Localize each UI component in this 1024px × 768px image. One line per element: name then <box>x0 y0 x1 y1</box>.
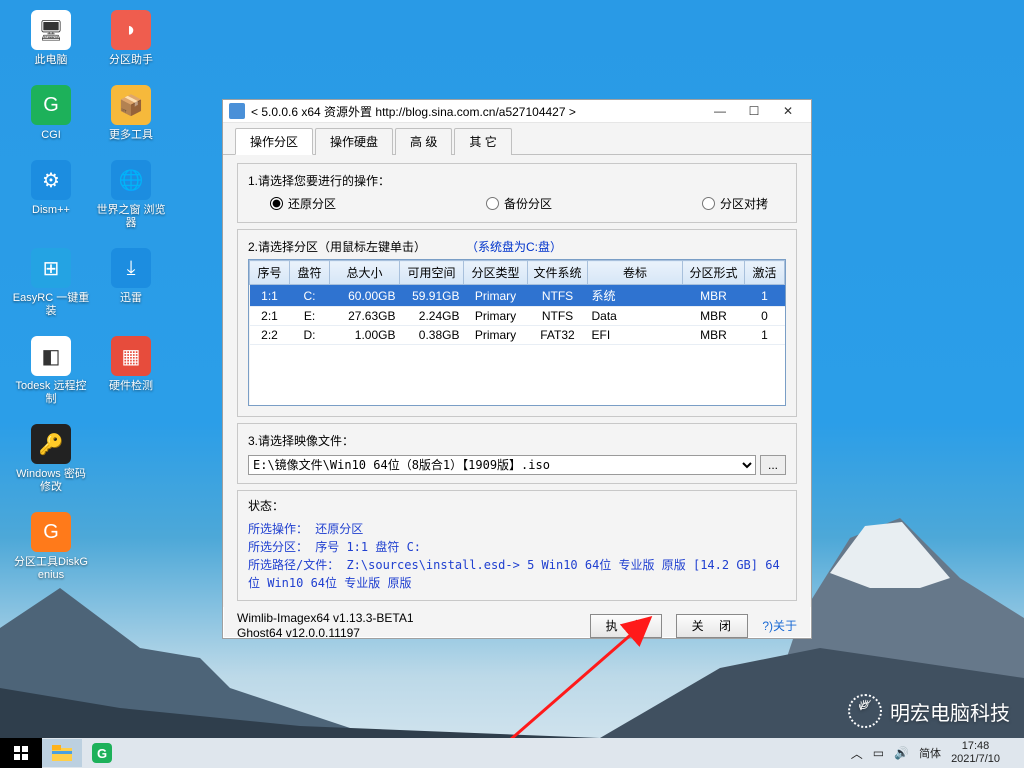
col-header[interactable]: 激活 <box>745 261 785 285</box>
wechat-icon: ༗ <box>848 694 882 728</box>
app-icon: ◗ <box>111 10 151 50</box>
table-row[interactable]: 2:1E:27.63GB2.24GBPrimaryNTFSDataMBR0 <box>250 307 785 326</box>
tab[interactable]: 其 它 <box>454 128 511 155</box>
tab[interactable]: 高 级 <box>395 128 452 155</box>
app-icon: 🌐 <box>111 160 151 200</box>
status-line: 所选路径/文件： Z:\sources\install.esd-> 5 Win1… <box>248 556 786 592</box>
start-button[interactable] <box>0 738 42 768</box>
radio-option[interactable]: 还原分区 <box>270 195 336 212</box>
table-row[interactable]: 2:2D:1.00GB0.38GBPrimaryFAT32EFIMBR1 <box>250 326 785 345</box>
icon-label: 此电脑 <box>12 54 90 67</box>
run-button[interactable]: 执 行 <box>590 614 662 638</box>
browse-button[interactable]: ... <box>760 455 786 475</box>
icon-label: 世界之窗 浏览器 <box>92 204 170 230</box>
desktop-icon[interactable]: ◧ Todesk 远程控制 <box>12 336 90 406</box>
desktop-icon[interactable]: 🔑 Windows 密码修改 <box>12 424 90 494</box>
step1-label: 1.请选择您要进行的操作： <box>248 172 786 189</box>
step3-group: 3.请选择映像文件： E:\镜像文件\Win10 64位（8版合1）【1909版… <box>237 423 797 484</box>
app-icon: ▦ <box>111 336 151 376</box>
icon-label: Windows 密码修改 <box>12 468 90 494</box>
col-header[interactable]: 文件系统 <box>528 261 588 285</box>
table-row[interactable]: 1:1C:60.00GB59.91GBPrimaryNTFS系统MBR1 <box>250 285 785 307</box>
step3-label: 3.请选择映像文件： <box>248 432 786 449</box>
icon-label: 迅雷 <box>92 292 170 305</box>
col-header[interactable]: 盘符 <box>290 261 330 285</box>
col-header[interactable]: 分区类型 <box>464 261 528 285</box>
version-text: Wimlib-Imagex64 v1.13.3-BETA1 Ghost64 v1… <box>237 611 414 641</box>
col-header[interactable]: 分区形式 <box>683 261 745 285</box>
app-icon: ⊞ <box>31 248 71 288</box>
icon-label: 更多工具 <box>92 129 170 142</box>
desktop-icon[interactable]: 🖥 此电脑 <box>12 10 90 67</box>
battery-icon[interactable]: ▭ <box>873 746 884 760</box>
desktop-icon[interactable]: ⊞ EasyRC 一键重装 <box>12 248 90 318</box>
step1-group: 1.请选择您要进行的操作： 还原分区 备份分区 分区对拷 <box>237 163 797 223</box>
watermark: ༗ 明宏电脑科技 <box>848 694 1010 728</box>
close-button[interactable]: ✕ <box>771 100 805 122</box>
col-header[interactable]: 可用空间 <box>400 261 464 285</box>
icon-label: 分区助手 <box>92 54 170 67</box>
status-label: 状态： <box>248 497 786 514</box>
about-link[interactable]: ?)关于 <box>762 617 797 634</box>
icon-label: 硬件检测 <box>92 380 170 393</box>
status-group: 状态： 所选操作： 还原分区所选分区： 序号 1:1 盘符 C:所选路径/文件：… <box>237 490 797 601</box>
app-icon: ⚙ <box>31 160 71 200</box>
desktop-icon[interactable]: ▦ 硬件检测 <box>92 336 170 406</box>
volume-icon[interactable]: 🔊 <box>894 746 909 760</box>
icon-label: Dism++ <box>12 204 90 217</box>
app-icon: 🖥 <box>31 10 71 50</box>
status-line: 所选分区： 序号 1:1 盘符 C: <box>248 538 786 556</box>
minimize-button[interactable]: — <box>703 100 737 122</box>
desktop-icon[interactable]: 🌐 世界之窗 浏览器 <box>92 160 170 230</box>
icon-label: Todesk 远程控制 <box>12 380 90 406</box>
image-path-select[interactable]: E:\镜像文件\Win10 64位（8版合1）【1909版】.iso <box>248 455 756 475</box>
app-icon <box>229 103 245 119</box>
ime-indicator[interactable]: 简体 <box>919 745 941 761</box>
taskbar-pin-cgi[interactable]: G <box>82 739 122 767</box>
tab[interactable]: 操作硬盘 <box>315 128 393 155</box>
radio-option[interactable]: 分区对拷 <box>702 195 768 212</box>
clock[interactable]: 17:48 2021/7/10 <box>951 740 1000 766</box>
col-header[interactable]: 总大小 <box>330 261 400 285</box>
app-icon: G <box>31 512 71 552</box>
taskbar-pin-explorer[interactable] <box>42 739 82 767</box>
close-button-footer[interactable]: 关 闭 <box>676 614 748 638</box>
icon-label: 分区工具DiskGenius <box>12 556 90 582</box>
desktop-icon[interactable]: ⚙ Dism++ <box>12 160 90 230</box>
icon-label: EasyRC 一键重装 <box>12 292 90 318</box>
col-header[interactable]: 序号 <box>250 261 290 285</box>
desktop-icon[interactable]: G CGI <box>12 85 90 142</box>
step2-group: 2.请选择分区（用鼠标左键单击） （系统盘为C:盘） 序号盘符总大小可用空间分区… <box>237 229 797 417</box>
system-tray[interactable]: ︿ ▭ 🔊 简体 17:48 2021/7/10 <box>851 738 1024 768</box>
tab-bar: 操作分区操作硬盘高 级其 它 <box>223 123 811 155</box>
titlebar[interactable]: < 5.0.0.6 x64 资源外置 http://blog.sina.com.… <box>223 100 811 123</box>
app-icon: ⤓ <box>111 248 151 288</box>
taskbar[interactable]: G ︿ ▭ 🔊 简体 17:48 2021/7/10 <box>0 738 1024 768</box>
tray-up-icon[interactable]: ︿ <box>851 745 863 762</box>
app-window: < 5.0.0.6 x64 资源外置 http://blog.sina.com.… <box>222 99 812 639</box>
app-icon: G <box>31 85 71 125</box>
desktop-icon[interactable]: G 分区工具DiskGenius <box>12 512 90 582</box>
radio-option[interactable]: 备份分区 <box>486 195 552 212</box>
status-line: 所选操作： 还原分区 <box>248 520 786 538</box>
maximize-button[interactable]: ☐ <box>737 100 771 122</box>
desktop-icon[interactable]: ⤓ 迅雷 <box>92 248 170 318</box>
tab[interactable]: 操作分区 <box>235 128 313 155</box>
desktop-icon[interactable]: ◗ 分区助手 <box>92 10 170 67</box>
window-title: < 5.0.0.6 x64 资源外置 http://blog.sina.com.… <box>245 103 703 120</box>
app-icon: ◧ <box>31 336 71 376</box>
step2-hint: （系统盘为C:盘） <box>466 238 562 255</box>
partition-table[interactable]: 序号盘符总大小可用空间分区类型文件系统卷标分区形式激活 1:1C:60.00GB… <box>248 259 786 406</box>
app-icon: 🔑 <box>31 424 71 464</box>
app-icon: 📦 <box>111 85 151 125</box>
step2-label: 2.请选择分区（用鼠标左键单击） <box>248 238 426 255</box>
desktop-icon[interactable]: 📦 更多工具 <box>92 85 170 142</box>
icon-label: CGI <box>12 129 90 142</box>
col-header[interactable]: 卷标 <box>588 261 683 285</box>
